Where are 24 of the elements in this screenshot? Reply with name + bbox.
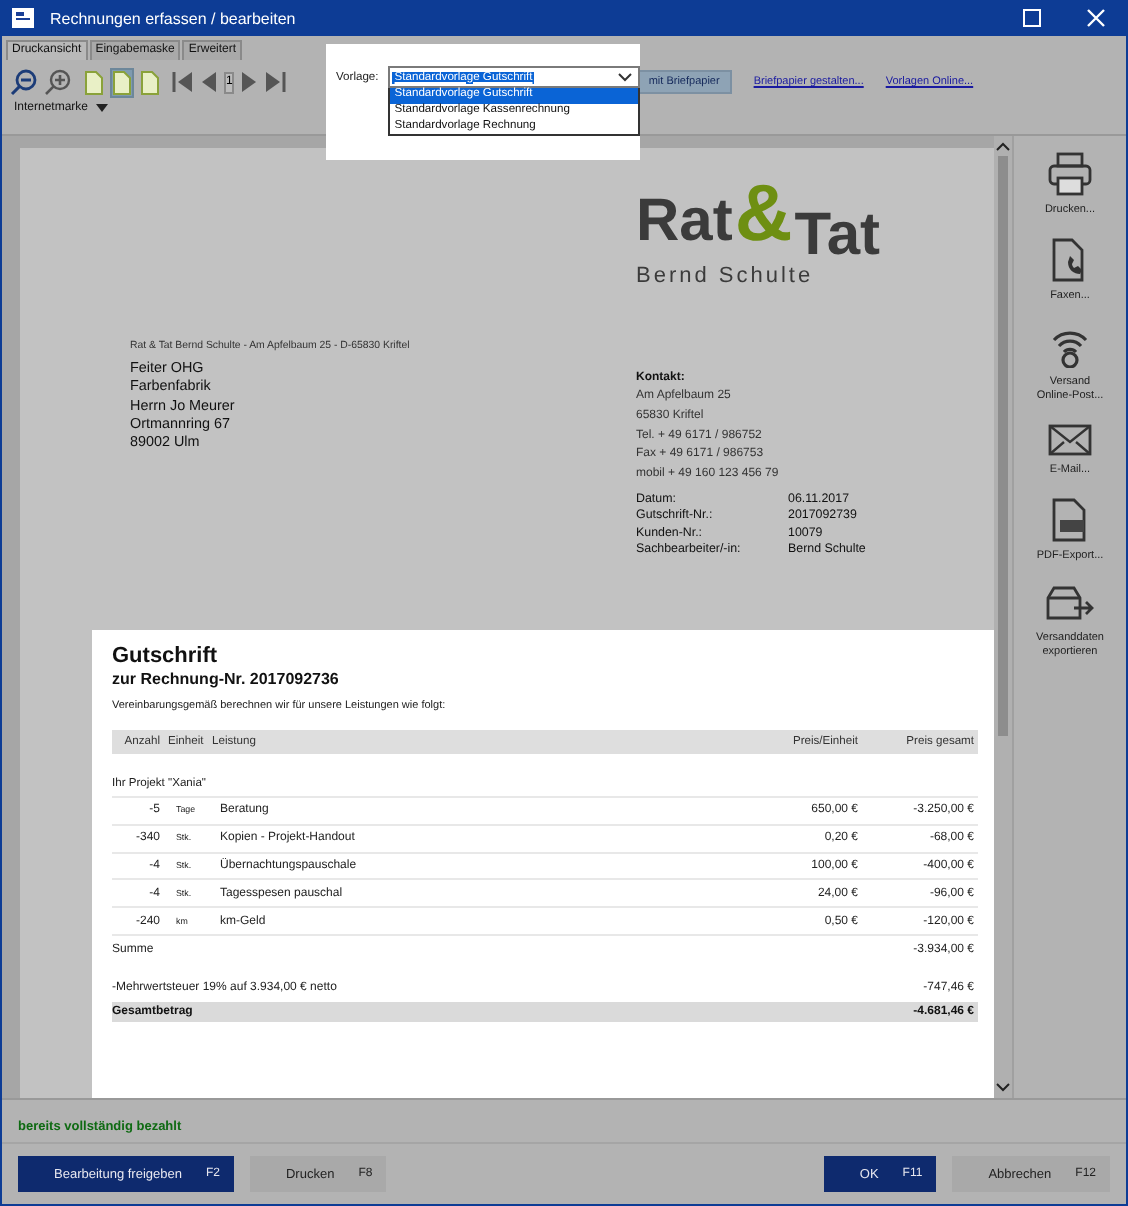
- scroll-up-icon[interactable]: [996, 142, 1010, 152]
- close-icon[interactable]: [1086, 8, 1106, 28]
- last-page-icon[interactable]: [264, 70, 287, 94]
- first-page-icon[interactable]: [172, 70, 194, 94]
- box-arrow-icon: [1043, 584, 1096, 624]
- zoom-out-icon[interactable]: [10, 68, 38, 96]
- chevron-down-icon: [618, 72, 632, 82]
- vertical-scrollbar[interactable]: [994, 136, 1012, 1098]
- page-view-button[interactable]: [110, 67, 134, 97]
- previous-page-icon[interactable]: [200, 70, 218, 94]
- page-view-button[interactable]: [84, 67, 104, 97]
- maximize-icon[interactable]: [1022, 8, 1042, 28]
- scroll-down-icon[interactable]: [996, 1082, 1010, 1092]
- next-page-icon[interactable]: [240, 70, 259, 94]
- page-view-button[interactable]: [140, 67, 160, 97]
- printer-icon: [1047, 152, 1092, 196]
- zoom-in-icon[interactable]: [44, 68, 72, 96]
- window-title: Rechnungen erfassen / bearbeiten: [50, 9, 296, 27]
- caret-icon: [96, 104, 109, 112]
- app-icon: [12, 8, 34, 28]
- document-subtitle: zur Rechnung-Nr. 2017092736: [112, 670, 341, 688]
- mail-icon: [1048, 424, 1092, 456]
- document-title: Gutschrift: [112, 644, 220, 668]
- pdf-file-icon: [1052, 498, 1088, 542]
